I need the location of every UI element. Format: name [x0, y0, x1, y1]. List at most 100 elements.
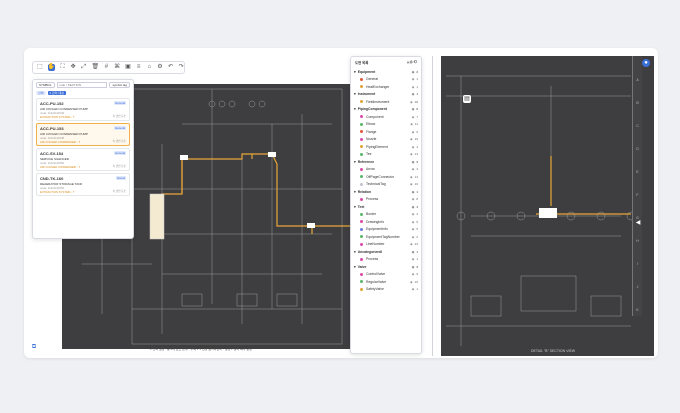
eye-icon[interactable]: ◉: [412, 205, 415, 209]
tree-item[interactable]: DrawingInfo ◉ 5: [351, 218, 421, 226]
eye-icon[interactable]: ◉: [412, 115, 415, 119]
tree-group[interactable]: ▾ UncategorizedI ◉ 1: [351, 248, 421, 256]
layers-toggle-icon[interactable]: ⧉: [30, 343, 38, 351]
eye-icon[interactable]: ◉: [412, 250, 415, 254]
tree-group[interactable]: ▾ Instrument ◉ 1: [351, 91, 421, 99]
eye-icon[interactable]: ◉: [412, 92, 415, 96]
list-item[interactable]: CND-TK-160 DEAERATOR STORAGE TANK node: …: [36, 173, 130, 196]
eye-icon[interactable]: ◉: [412, 167, 415, 171]
pane-divider[interactable]: [432, 56, 433, 356]
move-icon[interactable]: ✥: [70, 64, 76, 71]
eye-icon[interactable]: ◉: [412, 235, 415, 239]
tank-symbol[interactable]: [149, 193, 165, 240]
chevron-down-icon[interactable]: ▾: [354, 265, 356, 269]
layers-icon[interactable]: ≡: [136, 64, 142, 71]
tree-item[interactable]: OffPageConnector ◉ 14: [351, 173, 421, 181]
settings-icon[interactable]: ⚙: [157, 64, 163, 71]
grid-icon[interactable]: #: [104, 64, 110, 71]
eye-icon[interactable]: ◉: [412, 197, 415, 201]
delete-icon[interactable]: 🗑: [92, 64, 100, 71]
eye-icon[interactable]: ◉: [412, 77, 415, 81]
tree-item[interactable]: RegularValve ◉ 16: [351, 278, 421, 286]
eye-icon[interactable]: ◉: [412, 85, 415, 89]
tree-item[interactable]: Process ◉ 8: [351, 196, 421, 204]
chevron-down-icon[interactable]: ▾: [354, 190, 356, 194]
item-related[interactable]: 속 관련 요소: [113, 139, 126, 143]
tree-item[interactable]: Component ◉ 7: [351, 113, 421, 121]
tree-item[interactable]: EquipmentInfo ◉ 5: [351, 226, 421, 234]
chevron-down-icon[interactable]: ▾: [354, 70, 356, 74]
tag-selected[interactable]: 선택: [36, 91, 46, 95]
tree-item[interactable]: PipingElement ◉ 4: [351, 143, 421, 151]
eye-icon[interactable]: ◉: [412, 272, 415, 276]
tree-group[interactable]: ▾ PipingComponent ◉ 6: [351, 106, 421, 114]
chevron-down-icon[interactable]: ▾: [354, 107, 356, 111]
eye-icon[interactable]: ◉: [410, 100, 413, 104]
valve-symbol[interactable]: [268, 152, 276, 157]
tree-group[interactable]: ▾ Relation ◉ 1: [351, 188, 421, 196]
eye-icon[interactable]: ◉: [410, 242, 413, 246]
pan-icon[interactable]: ✋: [47, 64, 55, 71]
tree-item[interactable]: Elbow ◉ 11: [351, 121, 421, 129]
eye-icon[interactable]: ◉: [410, 182, 413, 186]
eye-icon[interactable]: ◉: [412, 130, 415, 134]
item-related[interactable]: 속 관련 요소: [113, 189, 126, 193]
symbol-tag-button[interactable]: symbol tag: [109, 82, 130, 88]
list-item[interactable]: ACC-SV-154 SERVICE SILENCER node: 114211…: [36, 148, 130, 171]
eye-icon[interactable]: ◉: [412, 257, 415, 261]
panel-toggle-icon[interactable]: ▤: [463, 95, 471, 103]
eye-icon[interactable]: ◉: [412, 287, 415, 291]
chevron-down-icon[interactable]: ▾: [354, 250, 356, 254]
user-avatar-icon[interactable]: ●: [642, 59, 650, 67]
tree-item[interactable]: Border ◉ 4: [351, 211, 421, 219]
eye-icon[interactable]: ◉: [410, 137, 413, 141]
eye-icon[interactable]: ◉: [412, 190, 415, 194]
item-related[interactable]: 속 관련 요소: [113, 114, 126, 118]
drawing-canvas-right[interactable]: DETAIL "B" SECTION VIEW: [441, 56, 654, 356]
eye-icon[interactable]: ◉: [410, 152, 413, 156]
tree-item[interactable]: Arrow ◉ 4: [351, 166, 421, 174]
chevron-down-icon[interactable]: ▾: [354, 205, 356, 209]
tree-item[interactable]: Process ◉ 1: [351, 256, 421, 264]
filter-chip[interactable]: SYMBOL: [36, 82, 55, 88]
tag-managed[interactable]: 2 관리 대상: [47, 91, 66, 95]
eye-icon[interactable]: ◉: [412, 160, 415, 164]
chevron-down-icon[interactable]: ▾: [354, 92, 356, 96]
eye-icon[interactable]: ◉: [410, 175, 413, 179]
tree-item[interactable]: Tee ◉ 13: [351, 151, 421, 159]
selected-symbol[interactable]: [539, 208, 557, 218]
download-icon[interactable]: ⤓ ⎙ ⟲: [407, 60, 417, 65]
tree-item[interactable]: FieldInstrument ◉ 28: [351, 98, 421, 106]
eye-icon[interactable]: ◉: [410, 280, 413, 284]
tree-item[interactable]: EquipmentTagNumber ◉ 2: [351, 233, 421, 241]
eye-icon[interactable]: ◉: [412, 145, 415, 149]
tree-group[interactable]: ▾ Text ◉ 4: [351, 203, 421, 211]
list-item-selected[interactable]: ACC-PU-153 AIR COOLED CONDENSER PUMP nod…: [36, 123, 130, 146]
lock-icon[interactable]: ⌂: [146, 64, 152, 71]
tree-item[interactable]: Nozzle ◉ 19: [351, 136, 421, 144]
tree-group[interactable]: ▾ Valve ◉ 3: [351, 263, 421, 271]
valve-symbol[interactable]: [307, 223, 315, 228]
measure-icon[interactable]: ⤢: [81, 64, 87, 71]
search-input[interactable]: [56, 82, 108, 88]
tree-item[interactable]: Flange ◉ 6: [351, 128, 421, 136]
undo-icon[interactable]: ↶: [168, 64, 174, 71]
select-icon[interactable]: ⬚: [37, 64, 43, 71]
eye-icon[interactable]: ◉: [412, 220, 415, 224]
eye-icon[interactable]: ◉: [412, 265, 415, 269]
tree-item[interactable]: ControlValve ◉ 9: [351, 271, 421, 279]
item-related[interactable]: 속 관련 요소: [113, 164, 126, 168]
eye-icon[interactable]: ◉: [412, 107, 415, 111]
tree-item[interactable]: General ◉ 1: [351, 76, 421, 84]
list-item[interactable]: ACC-PU-152 AIR COOLED CONDENSER PUMP nod…: [36, 98, 130, 121]
eye-icon[interactable]: ◉: [410, 122, 413, 126]
eye-icon[interactable]: ◉: [412, 227, 415, 231]
valve-symbol[interactable]: [180, 155, 188, 160]
eye-icon[interactable]: ◉: [412, 212, 415, 216]
eye-icon[interactable]: ◉: [412, 70, 415, 74]
tree-item[interactable]: SafetyValve ◉ 1: [351, 286, 421, 294]
redo-icon[interactable]: ↷: [178, 64, 184, 71]
zoom-fit-icon[interactable]: ⛶: [60, 64, 66, 71]
chevron-down-icon[interactable]: ▾: [354, 160, 356, 164]
tree-group[interactable]: ▾ Equipment ◉ 2: [351, 68, 421, 76]
